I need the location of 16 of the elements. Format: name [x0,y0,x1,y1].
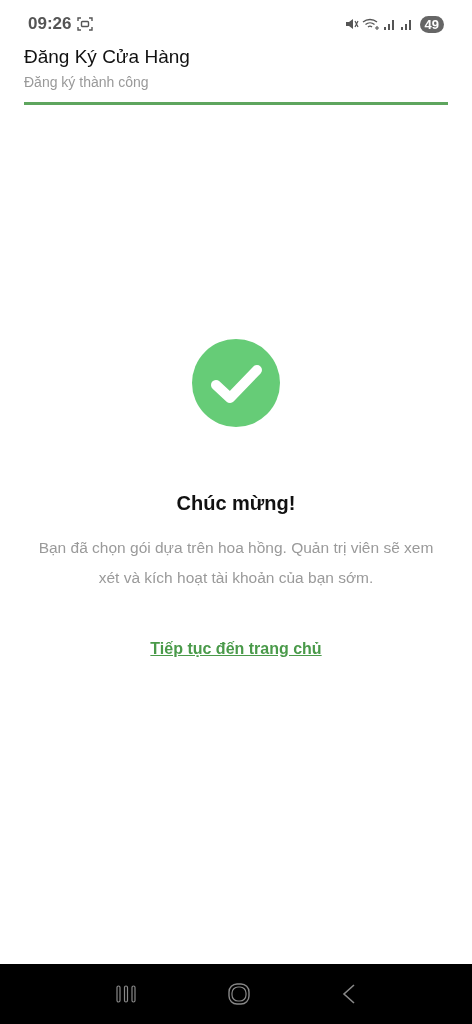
success-check-icon [192,339,280,427]
home-icon[interactable] [227,982,251,1006]
success-message: Bạn đã chọn gói dựa trên hoa hồng. Quản trị viên sẽ xem xét và kích hoạt tài khoản của bạn sớm. [38,538,434,588]
signal-icon [399,17,414,31]
screenshot-icon [77,17,94,31]
home-link[interactable]: Tiếp tục đến trang chủ [150,640,322,658]
mute-icon [344,17,359,31]
page-subtitle: Đăng ký thành công [24,74,150,90]
page-title: Đăng Ký Cửa Hàng [24,46,191,68]
wifi-icon [361,17,380,31]
success-heading: Chúc mừng! [176,492,296,515]
back-icon[interactable] [341,983,357,1005]
status-time: 09:26 [28,14,72,34]
battery-indicator: 49 [419,15,444,33]
signal-icon [382,17,397,31]
recent-apps-icon[interactable] [115,984,137,1004]
